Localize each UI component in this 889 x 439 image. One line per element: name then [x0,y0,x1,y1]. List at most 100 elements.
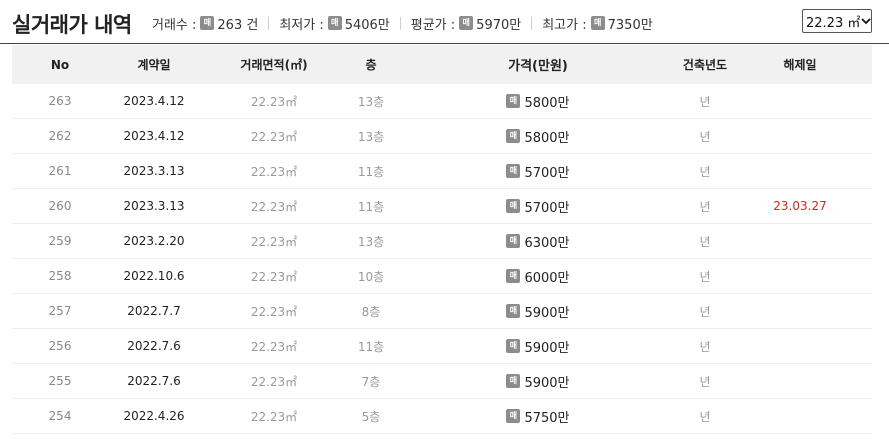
trade-icon: 매 [506,164,521,178]
trade-icon: 매 [506,339,521,353]
row-area: 22.23㎡ [250,234,298,249]
table-row[interactable]: 254 2022.4.26 22.23㎡ 5층 매 5750만 년 [12,399,872,434]
table-row[interactable]: 262 2023.4.12 22.23㎡ 13층 매 5800만 년 [12,119,872,154]
transactions-table: No 계약일 거래면적(㎡) 층 가격(만원) 건축년도 해제일 263 2023… [12,45,872,434]
stat-value: 5406만 [344,17,390,33]
row-floor: 13층 [357,94,385,109]
row-no: 261 [48,164,72,178]
page: 실거래가 내역 거래수 : 매 263 건 최저가 : 매 5406만 평균가 … [0,0,889,439]
table-row[interactable]: 263 2023.4.12 22.23㎡ 13층 매 5800만 년 [12,84,872,119]
row-floor: 10층 [357,269,385,284]
row-area: 22.23㎡ [250,269,298,284]
row-price-value: 5700만 [524,165,570,181]
chevron-down-icon [860,10,871,32]
column-header-cancel[interactable]: 해제일 [728,56,872,73]
row-price-value: 5800만 [524,130,570,146]
table-header: No 계약일 거래면적(㎡) 층 가격(만원) 건축년도 해제일 [12,45,872,84]
trade-icon: 매 [200,16,215,30]
row-no: 256 [48,339,72,353]
row-build-year: 년 [699,304,711,319]
stat-count: 거래수 : 매 263 건 [152,14,258,33]
trade-icon: 매 [590,16,605,30]
row-contract-date: 2023.2.20 [123,234,185,248]
stat-label: 거래수 : [152,17,197,33]
row-contract-date: 2022.7.6 [127,374,181,388]
area-select[interactable]: 22.23 ㎡ [802,9,872,33]
row-build-year: 년 [699,199,711,214]
row-price: 매 5900만 [394,302,682,321]
row-build-year: 년 [699,374,711,389]
row-contract-date: 2023.3.13 [123,199,185,213]
row-contract-date: 2023.4.12 [123,129,185,143]
row-no: 260 [48,199,72,213]
row-price: 매 5800만 [394,127,682,146]
row-floor: 11층 [357,339,385,354]
stat-label: 평균가 : [410,17,456,33]
row-area: 22.23㎡ [250,94,298,109]
row-area: 22.23㎡ [250,304,298,319]
divider [399,16,401,30]
row-price: 매 6000만 [394,267,682,286]
row-area: 22.23㎡ [250,129,298,144]
column-header-area[interactable]: 거래면적(㎡) [200,56,348,73]
row-price: 매 5800만 [394,92,682,111]
trade-icon: 매 [506,269,521,283]
stat-value: 7350만 [607,17,653,33]
table-row[interactable]: 259 2023.2.20 22.23㎡ 13층 매 6300만 년 [12,224,872,259]
divider [268,16,270,30]
row-contract-date: 2022.4.26 [123,409,185,423]
row-cancel-date: 23.03.27 [773,199,827,213]
row-area: 22.23㎡ [250,409,298,424]
stat-value: 5970만 [476,17,522,33]
row-area: 22.23㎡ [250,164,298,179]
column-header-no[interactable]: No [12,58,108,72]
column-header-year[interactable]: 건축년도 [682,56,728,73]
row-build-year: 년 [699,94,711,109]
row-price-value: 6300만 [524,235,570,251]
row-price-value: 5900만 [524,305,570,321]
row-no: 257 [48,304,72,318]
table-row[interactable]: 255 2022.7.6 22.23㎡ 7층 매 5900만 년 [12,364,872,399]
row-area: 22.23㎡ [250,374,298,389]
row-build-year: 년 [699,339,711,354]
trade-icon: 매 [506,304,521,318]
row-build-year: 년 [699,164,711,179]
row-floor: 5층 [361,409,381,424]
row-no: 263 [48,94,72,108]
column-header-floor[interactable]: 층 [348,56,394,73]
stat-min: 최저가 : 매 5406만 [279,14,390,33]
row-price: 매 5750만 [394,407,682,426]
table-row[interactable]: 260 2023.3.13 22.23㎡ 11층 매 5700만 년 23.03.27 [12,189,872,224]
trade-icon: 매 [327,16,342,30]
row-floor: 7층 [361,374,381,389]
stat-max: 최고가 : 매 7350만 [542,14,653,33]
table-row[interactable]: 258 2022.10.6 22.23㎡ 10층 매 6000만 년 [12,259,872,294]
row-contract-date: 2023.3.13 [123,164,185,178]
row-floor: 11층 [357,199,385,214]
row-no: 258 [48,269,72,283]
row-no: 262 [48,129,72,143]
row-contract-date: 2022.7.6 [127,339,181,353]
table-row[interactable]: 261 2023.3.13 22.23㎡ 11층 매 5700만 년 [12,154,872,189]
row-contract-date: 2023.4.12 [123,94,185,108]
trade-icon: 매 [506,129,521,143]
stats-bar: 거래수 : 매 263 건 최저가 : 매 5406만 평균가 : 매 5970… [152,14,653,33]
row-area: 22.23㎡ [250,339,298,354]
table-row[interactable]: 257 2022.7.7 22.23㎡ 8층 매 5900만 년 [12,294,872,329]
row-build-year: 년 [699,409,711,424]
row-price-value: 5700만 [524,200,570,216]
area-select-value: 22.23 ㎡ [806,15,861,31]
row-price-value: 5900만 [524,340,570,356]
table-body: 263 2023.4.12 22.23㎡ 13층 매 5800만 년 262 2023.4.12… [12,84,872,434]
row-area: 22.23㎡ [250,199,298,214]
column-header-price[interactable]: 가격(만원) [394,55,682,74]
table-row[interactable]: 256 2022.7.6 22.23㎡ 11층 매 5900만 년 [12,329,872,364]
row-price-value: 6000만 [524,270,570,286]
row-contract-date: 2022.10.6 [123,269,185,283]
trade-icon: 매 [506,234,521,248]
trade-icon: 매 [506,409,521,423]
row-price-value: 5750만 [524,410,570,426]
stat-label: 최저가 : [279,17,324,33]
column-header-date[interactable]: 계약일 [108,56,200,73]
row-price: 매 6300만 [394,232,682,251]
